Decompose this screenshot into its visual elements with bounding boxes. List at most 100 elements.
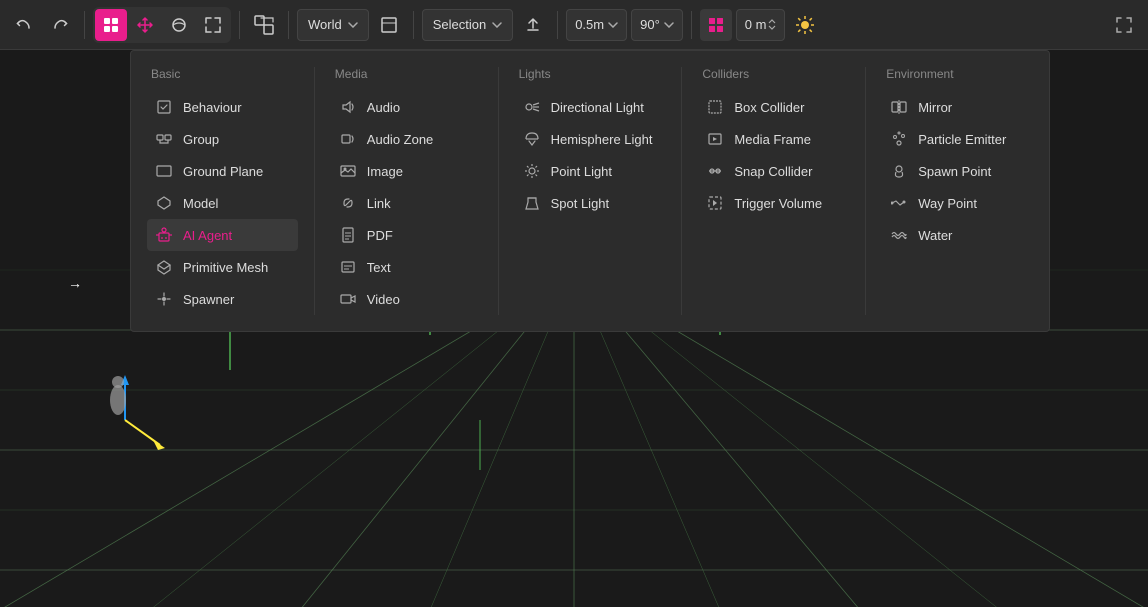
upload-button[interactable] (517, 9, 549, 41)
spot-light-label: Spot Light (551, 196, 610, 211)
spawner-label: Spawner (183, 292, 234, 307)
text-icon (339, 258, 357, 276)
way-point-label: Way Point (918, 196, 977, 211)
menu-item-media-frame[interactable]: Media Frame (698, 123, 849, 155)
lights-category: Lights (515, 67, 666, 81)
menu-item-video[interactable]: Video (331, 283, 482, 315)
media-category: Media (331, 67, 482, 81)
image-icon (339, 162, 357, 180)
snap-collider-label: Snap Collider (734, 164, 812, 179)
point-light-icon (523, 162, 541, 180)
orbit-button[interactable] (163, 9, 195, 41)
separator-1 (84, 11, 85, 39)
box-collider-label: Box Collider (734, 100, 804, 115)
media-column: Media Audio Audio Zone Image Link (315, 67, 499, 315)
menu-item-audio-zone[interactable]: Audio Zone (331, 123, 482, 155)
directional-light-icon (523, 98, 541, 116)
image-label: Image (367, 164, 403, 179)
menu-item-way-point[interactable]: Way Point (882, 187, 1033, 219)
menu-item-directional-light[interactable]: Directional Light (515, 91, 666, 123)
toolbar: World Selection 0.5m 90° (0, 0, 1148, 50)
particle-emitter-icon (890, 130, 908, 148)
separator-4 (413, 11, 414, 39)
video-icon (339, 290, 357, 308)
group-icon (155, 130, 173, 148)
menu-item-ai-agent[interactable]: AI Agent (147, 219, 298, 251)
spawn-point-label: Spawn Point (918, 164, 991, 179)
menu-item-model[interactable]: Model (147, 187, 298, 219)
behaviour-icon (155, 98, 173, 116)
spot-light-icon (523, 194, 541, 212)
primitive-mesh-label: Primitive Mesh (183, 260, 268, 275)
menu-item-text[interactable]: Text (331, 251, 482, 283)
ground-plane-icon (155, 162, 173, 180)
menu-item-primitive-mesh[interactable]: Primitive Mesh (147, 251, 298, 283)
way-point-icon (890, 194, 908, 212)
water-icon (890, 226, 908, 244)
menu-item-mirror[interactable]: Mirror (882, 91, 1033, 123)
add-menu: Basic Behaviour Group Ground Plane Model (130, 50, 1050, 332)
menu-item-hemisphere-light[interactable]: Hemisphere Light (515, 123, 666, 155)
redo-button[interactable] (44, 9, 76, 41)
colliders-column: Colliders Box Collider Media Frame Snap … (682, 67, 866, 315)
box-collider-icon (706, 98, 724, 116)
pdf-icon (339, 226, 357, 244)
spawner-icon (155, 290, 173, 308)
menu-item-behaviour[interactable]: Behaviour (147, 91, 298, 123)
mode-group (93, 7, 231, 43)
fullscreen-button[interactable] (1108, 9, 1140, 41)
trigger-volume-label: Trigger Volume (734, 196, 822, 211)
ai-agent-label: AI Agent (183, 228, 232, 243)
separator-5 (557, 11, 558, 39)
primitive-mesh-icon (155, 258, 173, 276)
menu-item-ground-plane[interactable]: Ground Plane (147, 155, 298, 187)
directional-light-label: Directional Light (551, 100, 644, 115)
ground-plane-label: Ground Plane (183, 164, 263, 179)
transform-button[interactable] (248, 9, 280, 41)
menu-item-particle-emitter[interactable]: Particle Emitter (882, 123, 1033, 155)
menu-item-water[interactable]: Water (882, 219, 1033, 251)
hemisphere-light-label: Hemisphere Light (551, 132, 653, 147)
mirror-label: Mirror (918, 100, 952, 115)
text-label: Text (367, 260, 391, 275)
snap-value: 0.5m (575, 17, 604, 32)
snap-group: 0.5m (566, 9, 627, 41)
move-button[interactable] (129, 9, 161, 41)
grid-mode-button[interactable] (95, 9, 127, 41)
menu-item-group[interactable]: Group (147, 123, 298, 155)
selection-label: Selection (433, 17, 486, 32)
menu-item-pdf[interactable]: PDF (331, 219, 482, 251)
selection-dropdown[interactable]: Selection (422, 9, 513, 41)
audio-zone-label: Audio Zone (367, 132, 434, 147)
audio-zone-icon (339, 130, 357, 148)
snap-collider-icon (706, 162, 724, 180)
menu-item-box-collider[interactable]: Box Collider (698, 91, 849, 123)
expand-mode-button[interactable] (197, 9, 229, 41)
menu-item-image[interactable]: Image (331, 155, 482, 187)
video-label: Video (367, 292, 400, 307)
media-frame-label: Media Frame (734, 132, 811, 147)
menu-item-snap-collider[interactable]: Snap Collider (698, 155, 849, 187)
separator-6 (691, 11, 692, 39)
mirror-icon (890, 98, 908, 116)
menu-item-point-light[interactable]: Point Light (515, 155, 666, 187)
audio-label: Audio (367, 100, 400, 115)
menu-item-audio[interactable]: Audio (331, 91, 482, 123)
menu-item-spawn-point[interactable]: Spawn Point (882, 155, 1033, 187)
basic-column: Basic Behaviour Group Ground Plane Model (131, 67, 315, 315)
link-icon (339, 194, 357, 212)
world-label: World (308, 17, 342, 32)
menu-item-spawner[interactable]: Spawner (147, 283, 298, 315)
menu-item-link[interactable]: Link (331, 187, 482, 219)
undo-button[interactable] (8, 9, 40, 41)
world-dropdown[interactable]: World (297, 9, 369, 41)
ai-agent-icon (155, 226, 173, 244)
view-grid-button[interactable] (700, 9, 732, 41)
position-group: 0 m (736, 9, 786, 41)
lights-column: Lights Directional Light Hemisphere Ligh… (499, 67, 683, 315)
menu-item-trigger-volume[interactable]: Trigger Volume (698, 187, 849, 219)
sun-button[interactable] (789, 9, 821, 41)
particle-emitter-label: Particle Emitter (918, 132, 1006, 147)
collapse-button[interactable] (373, 9, 405, 41)
menu-item-spot-light[interactable]: Spot Light (515, 187, 666, 219)
